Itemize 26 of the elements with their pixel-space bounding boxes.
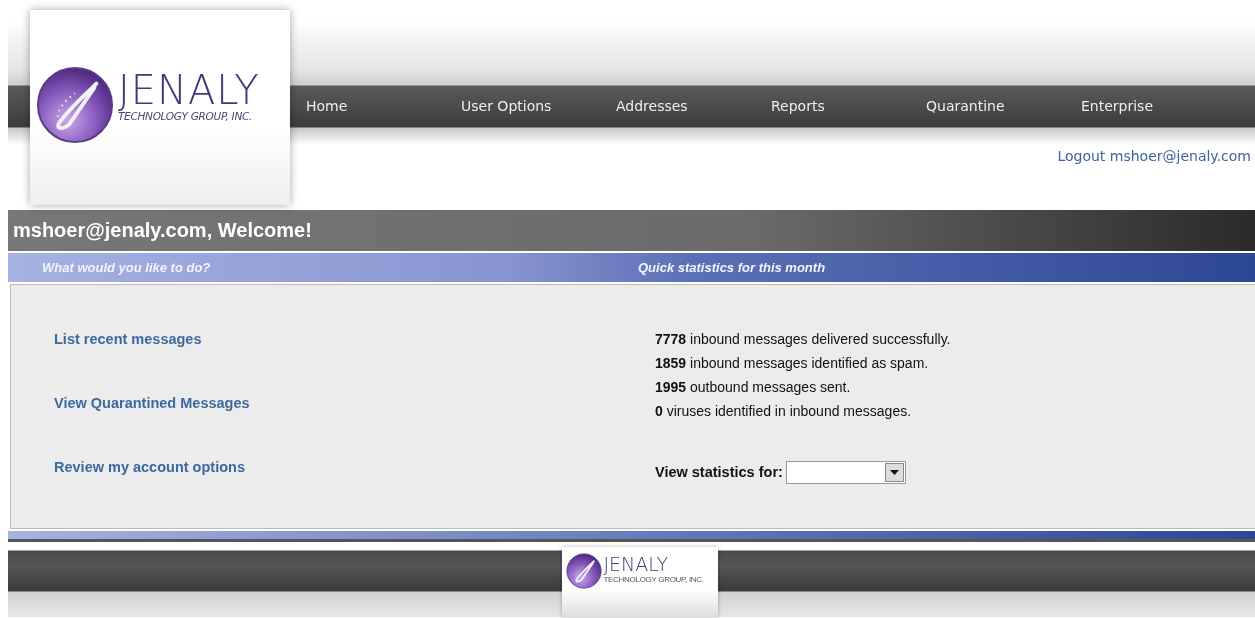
statistic-line: 1995 outbound messages sent. xyxy=(655,378,852,397)
logo-globe-icon xyxy=(36,66,114,144)
section-heading: What would you like to do? xyxy=(41,260,212,275)
statistic-line: 0 viruses identified in inbound messages. xyxy=(655,402,913,421)
nav-link[interactable]: Addresses xyxy=(616,98,771,114)
welcome-title: mshoer@jenaly.com, Welcome! xyxy=(13,219,312,242)
statistic-line: 7778 inbound messages delivered successfully. xyxy=(655,330,952,349)
logout-link[interactable]: Logout mshoer@jenaly.com xyxy=(1057,148,1251,164)
logo-name: JENALY xyxy=(603,553,669,575)
section-heading: Quick statistics for this month xyxy=(637,260,827,275)
nav-link[interactable]: Reports xyxy=(771,98,926,114)
nav-link[interactable]: User Options xyxy=(461,98,616,114)
action-link[interactable]: List recent messages xyxy=(54,328,623,350)
caret-icon xyxy=(889,469,899,475)
action-link[interactable]: View Quarantined Messages xyxy=(54,392,623,414)
statistic-line: 1859 inbound messages identified as spam. xyxy=(655,354,930,373)
logo-tagline: TECHNOLOGY GROUP, INC. xyxy=(118,110,253,122)
nav-link[interactable]: Enterprise xyxy=(1081,98,1236,114)
statistics-label: View statistics for: xyxy=(655,463,783,482)
action-link[interactable]: Review my account options xyxy=(54,456,623,478)
nav-link[interactable]: Quarantine xyxy=(926,98,1081,114)
period-dropdown[interactable] xyxy=(785,460,906,484)
nav-link[interactable]: Home xyxy=(306,98,461,114)
logo-tagline: TECHNOLOGY GROUP, INC. xyxy=(603,575,704,584)
logo-globe-icon xyxy=(565,553,602,589)
logo-name: JENALY xyxy=(118,70,260,110)
